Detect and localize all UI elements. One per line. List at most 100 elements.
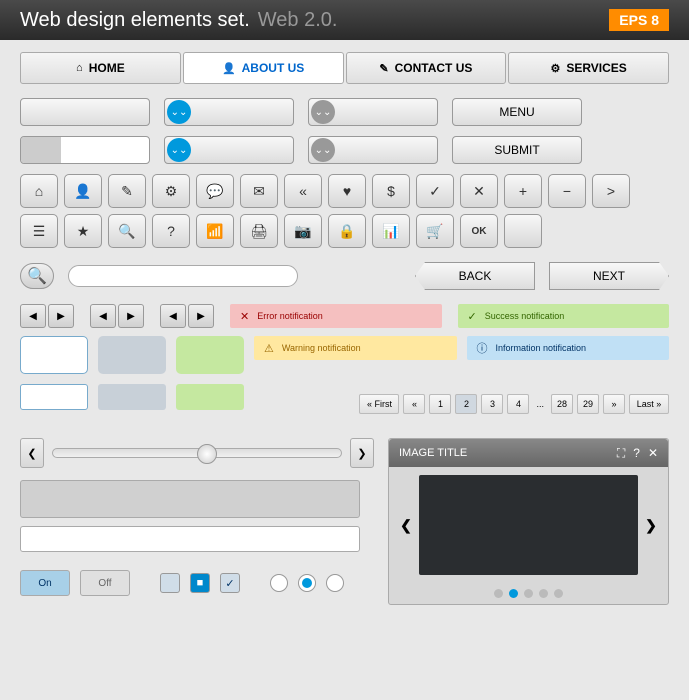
image-content <box>419 475 638 575</box>
chevron-down-icon: ⌄⌄ <box>167 100 191 124</box>
next-button[interactable]: NEXT <box>549 262 669 290</box>
carousel-dots <box>389 583 668 604</box>
submit-button[interactable]: SUBMIT <box>452 136 582 164</box>
split-input-1[interactable] <box>20 136 150 164</box>
back-button[interactable]: BACK <box>415 262 535 290</box>
menu-button[interactable]: MENU <box>452 98 582 126</box>
edit-icon-btn[interactable]: ✎ <box>108 174 146 208</box>
rss-icon-btn[interactable]: 📶 <box>196 214 234 248</box>
dot-1[interactable] <box>494 589 503 598</box>
blank-icon-btn[interactable] <box>504 214 542 248</box>
gear-icon: ⚙ <box>550 62 560 75</box>
next-arrow[interactable]: ▶ <box>48 304 74 328</box>
dot-5[interactable] <box>554 589 563 598</box>
rewind-icon-btn[interactable]: « <box>284 174 322 208</box>
speech-bubble-green <box>176 336 244 374</box>
home-icon-btn[interactable]: ⌂ <box>20 174 58 208</box>
camera-icon-btn[interactable]: 📷 <box>284 214 322 248</box>
stats-icon-btn[interactable]: 📊 <box>372 214 410 248</box>
print-icon-btn[interactable]: 🖨 <box>240 214 278 248</box>
prev-arrow[interactable]: ◀ <box>160 304 186 328</box>
info-icon: ⓘ <box>477 340 488 356</box>
dropdown-blue-1[interactable]: ⌄⌄ <box>164 98 294 126</box>
toggle-on[interactable]: On <box>20 570 70 596</box>
slider-thumb[interactable] <box>197 444 217 464</box>
lock-icon-btn[interactable]: 🔒 <box>328 214 366 248</box>
next-arrow[interactable]: ▶ <box>188 304 214 328</box>
header-title: Web design elements set. <box>20 9 250 32</box>
page-4[interactable]: 4 <box>507 394 529 414</box>
dollar-icon-btn[interactable]: $ <box>372 174 410 208</box>
search-icon-btn[interactable]: 🔍 <box>108 214 146 248</box>
next-arrow[interactable]: ▶ <box>118 304 144 328</box>
slider-prev[interactable]: ❮ <box>20 438 44 468</box>
empty-button-1[interactable] <box>20 98 150 126</box>
page-2[interactable]: 2 <box>455 394 477 414</box>
dropdown-gray-2[interactable]: ⌄⌄ <box>308 136 438 164</box>
toggle-off[interactable]: Off <box>80 570 130 596</box>
text-input[interactable] <box>20 526 360 552</box>
nav-about[interactable]: 👤ABOUT US <box>183 52 344 84</box>
icon-button-grid: ⌂ 👤 ✎ ⚙ 💬 ✉ « ♥ $ ✓ ✕ + − > ☰ ★ 🔍 ? 📶 🖨 … <box>20 174 669 248</box>
close-icon-btn[interactable]: ✕ <box>460 174 498 208</box>
pagination: « First « 1 2 3 4 ... 28 29 » Last » <box>359 394 669 414</box>
carousel-next[interactable]: ❯ <box>642 495 660 555</box>
dot-3[interactable] <box>524 589 533 598</box>
close-icon[interactable]: ✕ <box>648 446 658 461</box>
dot-4[interactable] <box>539 589 548 598</box>
plus-icon-btn[interactable]: + <box>504 174 542 208</box>
expand-icon[interactable]: ⛶ <box>617 446 625 461</box>
prev-arrow[interactable]: ◀ <box>90 304 116 328</box>
info-notification: ⓘInformation notification <box>467 336 670 360</box>
nav-home[interactable]: ⌂HOME <box>20 52 181 84</box>
page-3[interactable]: 3 <box>481 394 503 414</box>
search-input[interactable] <box>68 265 298 287</box>
help-icon[interactable]: ? <box>633 446 640 461</box>
carousel-prev[interactable]: ❮ <box>397 495 415 555</box>
dot-2[interactable] <box>509 589 518 598</box>
dropdown-gray-1[interactable]: ⌄⌄ <box>308 98 438 126</box>
help-icon-btn[interactable]: ? <box>152 214 190 248</box>
page-ellipsis: ... <box>533 399 547 409</box>
page-28[interactable]: 28 <box>551 394 573 414</box>
search-button[interactable]: 🔍 <box>20 263 54 289</box>
slider-next[interactable]: ❯ <box>350 438 374 468</box>
settings-icon-btn[interactable]: ⚙ <box>152 174 190 208</box>
radio-empty-2[interactable] <box>326 574 344 592</box>
home-icon: ⌂ <box>76 62 83 74</box>
chevron-down-icon: ⌄⌄ <box>311 138 335 162</box>
next-icon-btn[interactable]: > <box>592 174 630 208</box>
cart-icon-btn[interactable]: 🛒 <box>416 214 454 248</box>
page-1[interactable]: 1 <box>429 394 451 414</box>
nav-contact[interactable]: ✎CONTACT US <box>346 52 507 84</box>
x-icon: ✕ <box>240 310 249 323</box>
chat-icon-btn[interactable]: 💬 <box>196 174 234 208</box>
checkbox-filled[interactable]: ■ <box>190 573 210 593</box>
warning-notification: ⚠Warning notification <box>254 336 457 360</box>
dropdown-blue-2[interactable]: ⌄⌄ <box>164 136 294 164</box>
heart-icon-btn[interactable]: ♥ <box>328 174 366 208</box>
mail-icon-btn[interactable]: ✉ <box>240 174 278 208</box>
nav-services[interactable]: ⚙SERVICES <box>508 52 669 84</box>
tag-gray <box>98 384 166 410</box>
radio-empty[interactable] <box>270 574 288 592</box>
checkbox-empty[interactable] <box>160 573 180 593</box>
ok-button[interactable]: OK <box>460 214 498 248</box>
checkbox-checked[interactable]: ✓ <box>220 573 240 593</box>
page-29[interactable]: 29 <box>577 394 599 414</box>
header-bar: Web design elements set. Web 2.0. EPS 8 <box>0 0 689 40</box>
user-icon-btn[interactable]: 👤 <box>64 174 102 208</box>
page-next[interactable]: » <box>603 394 625 414</box>
pencil-icon: ✎ <box>379 62 388 75</box>
tag-white <box>20 384 88 410</box>
slider-track[interactable] <box>52 448 342 458</box>
radio-checked[interactable] <box>298 574 316 592</box>
star-icon-btn[interactable]: ★ <box>64 214 102 248</box>
prev-arrow[interactable]: ◀ <box>20 304 46 328</box>
page-prev[interactable]: « <box>403 394 425 414</box>
check-icon-btn[interactable]: ✓ <box>416 174 454 208</box>
minus-icon-btn[interactable]: − <box>548 174 586 208</box>
list-icon-btn[interactable]: ☰ <box>20 214 58 248</box>
page-first[interactable]: « First <box>359 394 399 414</box>
page-last[interactable]: Last » <box>629 394 669 414</box>
